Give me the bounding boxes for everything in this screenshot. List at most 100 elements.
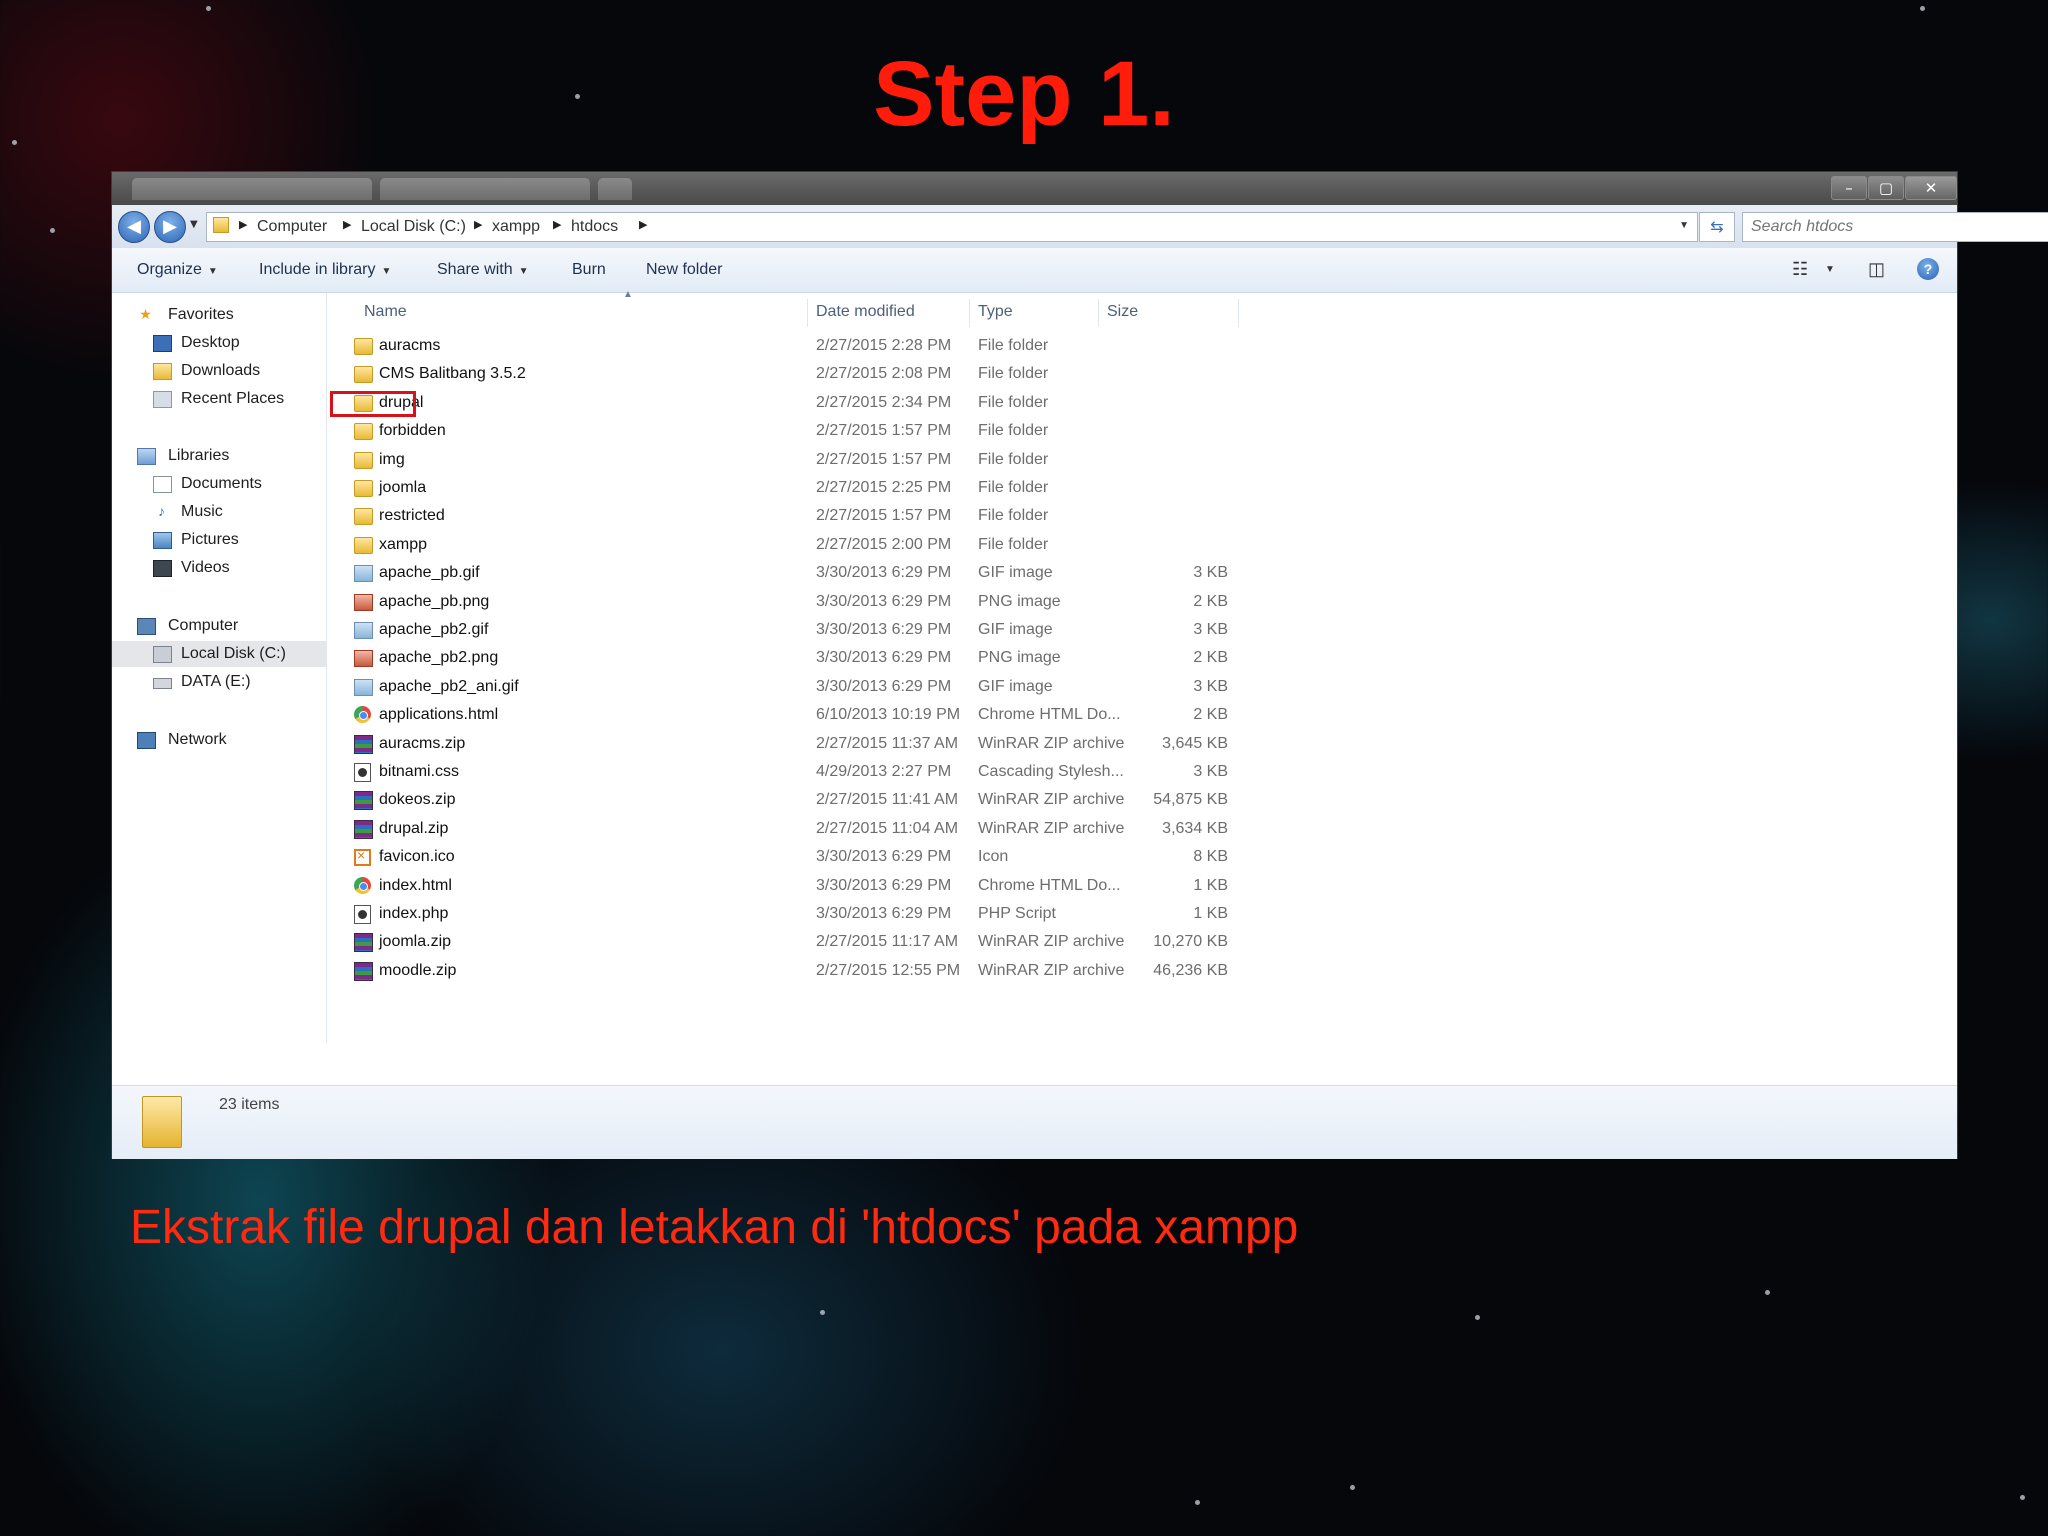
file-row[interactable]: joomla.zip 2/27/2015 11:17 AM WinRAR ZIP a…: [327, 929, 1957, 957]
file-type: File folder: [978, 479, 1049, 496]
nav-desktop[interactable]: Desktop: [112, 330, 326, 356]
file-row[interactable]: xampp 2/27/2015 2:00 PM File folder: [327, 532, 1957, 560]
chrome-file-icon: [354, 876, 371, 894]
breadcrumb-chevron-icon[interactable]: ▶: [239, 218, 247, 231]
column-divider[interactable]: [969, 299, 970, 327]
zip-file-icon: [354, 961, 373, 981]
help-icon[interactable]: ?: [1917, 258, 1939, 280]
file-row[interactable]: forbidden 2/27/2015 1:57 PM File folder: [327, 418, 1957, 446]
address-dropdown-icon[interactable]: ▼: [1679, 220, 1689, 231]
file-type: Chrome HTML Do...: [978, 876, 1121, 894]
refresh-button[interactable]: ⇆: [1699, 212, 1735, 242]
breadcrumb-chevron-icon[interactable]: ▶: [474, 218, 482, 231]
file-row[interactable]: bitnami.css 4/29/2013 2:27 PM Cascading St…: [327, 759, 1957, 787]
column-type[interactable]: Type: [978, 303, 1013, 321]
preview-pane-icon[interactable]: ◫: [1868, 259, 1885, 280]
include-in-library-menu[interactable]: Include in library ▼: [259, 261, 391, 279]
nav-network[interactable]: Network: [112, 727, 326, 753]
browser-tab[interactable]: [132, 178, 372, 200]
forward-button[interactable]: ▶: [154, 211, 186, 243]
breadcrumb-chevron-icon[interactable]: ▶: [639, 218, 647, 231]
file-type: File folder: [978, 393, 1049, 411]
slide-title: Step 1.: [873, 43, 1175, 145]
breadcrumb-chevron-icon[interactable]: ▶: [553, 218, 561, 231]
file-row[interactable]: auracms.zip 2/27/2015 11:37 AM WinRAR ZIP …: [327, 731, 1957, 759]
nav-recent-places-label: Recent Places: [181, 390, 285, 407]
search-input[interactable]: [1749, 216, 2033, 238]
file-type: PHP Script: [978, 905, 1056, 922]
nav-videos[interactable]: Videos: [112, 555, 326, 581]
share-with-menu[interactable]: Share with ▼: [437, 261, 529, 279]
column-date-modified[interactable]: Date modified: [816, 303, 915, 321]
file-row[interactable]: apache_pb.gif 3/30/2013 6:29 PM GIF image 3…: [327, 560, 1957, 588]
file-row[interactable]: index.html 3/30/2013 6:29 PM Chrome HTML D…: [327, 873, 1957, 901]
nav-local-disk-label: Local Disk (C:): [181, 645, 286, 662]
column-size[interactable]: Size: [1107, 303, 1138, 321]
nav-desktop-label: Desktop: [181, 334, 240, 351]
new-folder-button[interactable]: New folder: [646, 261, 722, 279]
breadcrumb-chevron-icon[interactable]: ▶: [343, 218, 351, 231]
file-row[interactable]: apache_pb2.png 3/30/2013 6:29 PM PNG image…: [327, 645, 1957, 673]
script-file-icon: [354, 905, 371, 924]
slide-caption: Ekstrak file drupal dan letakkan di 'htd…: [130, 1201, 1299, 1254]
column-name[interactable]: Name: [364, 303, 407, 321]
file-row[interactable]: favicon.ico 3/30/2013 6:29 PM Icon 8 KB: [327, 844, 1957, 872]
file-size: 2 KB: [1193, 649, 1228, 667]
breadcrumb-xampp[interactable]: xampp: [492, 218, 540, 236]
nav-favorites[interactable]: ★ Favorites: [112, 302, 326, 328]
nav-recent-places[interactable]: Recent Places: [112, 386, 326, 412]
nav-computer[interactable]: Computer: [112, 613, 326, 639]
file-row[interactable]: apache_pb2_ani.gif 3/30/2013 6:29 PM GIF i…: [327, 674, 1957, 702]
file-row[interactable]: dokeos.zip 2/27/2015 11:41 AM WinRAR ZIP a…: [327, 787, 1957, 815]
zip-file-icon: [354, 734, 373, 754]
file-row[interactable]: img 2/27/2015 1:57 PM File folder: [327, 447, 1957, 475]
column-divider[interactable]: [807, 299, 808, 327]
file-row[interactable]: joomla 2/27/2015 2:25 PM File folder: [327, 475, 1957, 503]
explorer-window: – ▢ ✕ ◀ ▶ ▼ ▶ Computer ▶ Local Disk (C:)…: [112, 172, 2048, 1159]
nav-computer-label: Computer: [168, 617, 239, 634]
burn-button[interactable]: Burn: [572, 261, 606, 279]
file-row[interactable]: applications.html 6/10/2013 10:19 PM Chrom…: [327, 702, 1957, 730]
nav-downloads[interactable]: Downloads: [112, 358, 326, 384]
nav-music[interactable]: ♪ Music: [112, 499, 326, 525]
file-row[interactable]: moodle.zip 2/27/2015 12:55 PM WinRAR ZIP a…: [327, 958, 1957, 986]
column-divider[interactable]: [1098, 299, 1099, 327]
file-row[interactable]: CMS Balitbang 3.5.2 2/27/2015 2:08 PM File…: [327, 361, 1957, 389]
view-options-icon[interactable]: ☷: [1792, 259, 1808, 280]
file-row[interactable]: index.php 3/30/2013 6:29 PM PHP Script 1 KB: [327, 901, 1957, 929]
file-row[interactable]: drupal 2/27/2015 2:34 PM File folder: [327, 390, 1957, 418]
nav-data-disk[interactable]: DATA (E:): [112, 669, 326, 695]
breadcrumb-computer[interactable]: Computer: [257, 218, 327, 236]
file-name: CMS Balitbang 3.5.2: [379, 365, 526, 383]
nav-libraries[interactable]: Libraries: [112, 443, 326, 469]
chevron-down-icon[interactable]: ▼: [1825, 264, 1835, 275]
maximize-button[interactable]: ▢: [1868, 176, 1904, 200]
back-button[interactable]: ◀: [118, 211, 150, 243]
minimize-button[interactable]: –: [1831, 176, 1867, 200]
nav-local-disk[interactable]: Local Disk (C:): [112, 641, 326, 667]
breadcrumb-htdocs[interactable]: htdocs: [571, 218, 618, 236]
nav-pictures[interactable]: Pictures: [112, 527, 326, 553]
organize-menu[interactable]: Organize ▼: [137, 261, 218, 279]
script-file-icon: [354, 763, 371, 782]
folder-file-icon: [354, 451, 373, 469]
browser-tab[interactable]: [380, 178, 590, 200]
recent-pages-dropdown-icon[interactable]: ▼: [190, 219, 198, 230]
chevron-down-icon: ▼: [207, 266, 218, 277]
title-bar[interactable]: – ▢ ✕: [112, 172, 1957, 205]
close-button[interactable]: ✕: [1905, 176, 1957, 200]
address-path-box[interactable]: ▶ Computer ▶ Local Disk (C:) ▶ xampp ▶ h…: [206, 212, 1698, 242]
file-name: apache_pb2.png: [379, 649, 499, 667]
star-decoration: [1350, 1485, 1355, 1490]
nav-documents[interactable]: Documents: [112, 471, 326, 497]
file-row[interactable]: apache_pb.png 3/30/2013 6:29 PM PNG image 2…: [327, 589, 1957, 617]
breadcrumb-local-disk[interactable]: Local Disk (C:): [361, 218, 466, 236]
file-row[interactable]: drupal.zip 2/27/2015 11:04 AM WinRAR ZIP a…: [327, 816, 1957, 844]
file-row[interactable]: restricted 2/27/2015 1:57 PM File folder: [327, 503, 1957, 531]
star-decoration: [1920, 6, 1925, 11]
file-row[interactable]: auracms 2/27/2015 2:28 PM File folder: [327, 333, 1957, 361]
browser-tab[interactable]: [598, 178, 632, 200]
file-row[interactable]: apache_pb2.gif 3/30/2013 6:29 PM GIF image…: [327, 617, 1957, 645]
file-name: joomla.zip: [379, 933, 452, 951]
column-divider[interactable]: [1238, 299, 1239, 327]
